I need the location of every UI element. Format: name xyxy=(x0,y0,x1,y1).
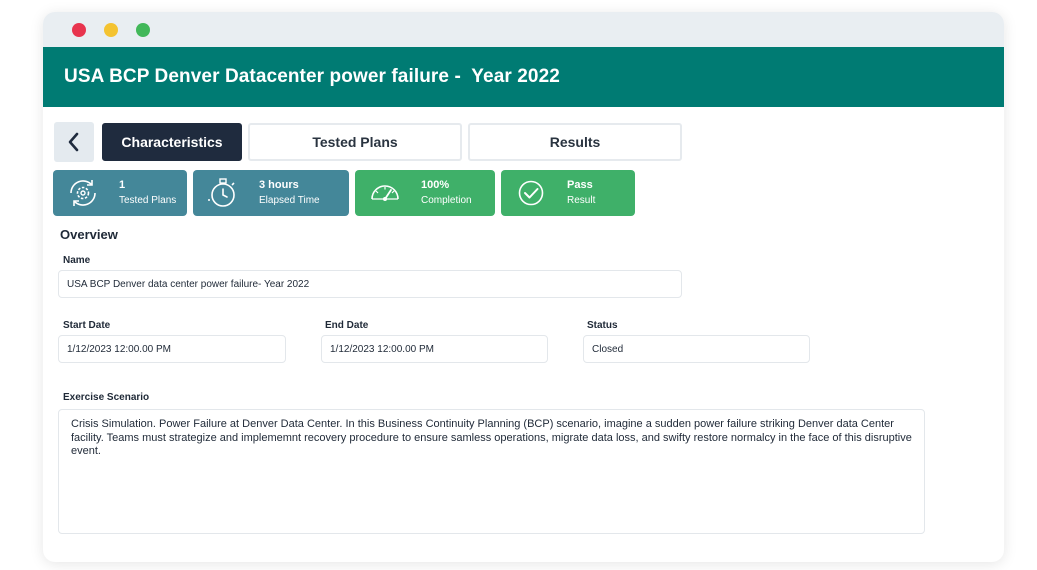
stat-result: Pass Result xyxy=(501,170,635,216)
maximize-window-button[interactable] xyxy=(136,23,150,37)
stat-label: Tested Plans xyxy=(119,195,177,207)
status-label: Status xyxy=(587,320,618,331)
stat-value: 100% xyxy=(421,178,450,191)
name-label: Name xyxy=(63,255,91,266)
status-field[interactable]: Closed xyxy=(583,335,810,363)
minimize-window-button[interactable] xyxy=(104,23,118,37)
stat-label: Result xyxy=(567,195,596,207)
stat-completion: 100% Completion xyxy=(355,170,495,216)
app-window: USA BCP Denver Datacenter power failure … xyxy=(43,12,1004,562)
end-date-label: End Date xyxy=(325,320,369,331)
stat-value: 3 hours xyxy=(259,178,299,191)
tab-characteristics[interactable]: Characteristics xyxy=(102,123,242,161)
check-circle-icon xyxy=(518,180,544,206)
stat-tested-plans: 1 Tested Plans xyxy=(53,170,187,216)
exercise-scenario-textarea[interactable]: Crisis Simulation. Power Failure at Denv… xyxy=(58,409,925,534)
start-date-field[interactable]: 1/12/2023 12:00.00 PM xyxy=(58,335,286,363)
stat-label: Completion xyxy=(421,195,472,207)
stat-value: 1 xyxy=(119,178,126,191)
tab-bar: Characteristics Tested Plans Results xyxy=(43,122,1004,162)
overview-heading: Overview xyxy=(60,227,118,242)
back-button[interactable] xyxy=(54,122,94,162)
chevron-left-icon xyxy=(68,132,79,152)
gauge-icon xyxy=(371,185,399,201)
stat-elapsed-time: 3 hours Elapsed Time xyxy=(193,170,349,216)
exercise-scenario-label: Exercise Scenario xyxy=(63,392,150,403)
end-date-field[interactable]: 1/12/2023 12:00.00 PM xyxy=(321,335,548,363)
stat-value: Pass xyxy=(567,178,593,191)
close-window-button[interactable] xyxy=(72,23,86,37)
page-title: USA BCP Denver Datacenter power failure … xyxy=(43,47,1004,107)
start-date-label: Start Date xyxy=(63,320,111,331)
gear-cycle-icon xyxy=(70,180,96,206)
stopwatch-icon xyxy=(208,178,235,207)
tab-results[interactable]: Results xyxy=(468,123,682,161)
tab-tested-plans[interactable]: Tested Plans xyxy=(248,123,462,161)
stat-label: Elapsed Time xyxy=(259,195,320,207)
window-titlebar xyxy=(43,12,1004,47)
name-field[interactable]: USA BCP Denver data center power failure… xyxy=(58,270,682,298)
